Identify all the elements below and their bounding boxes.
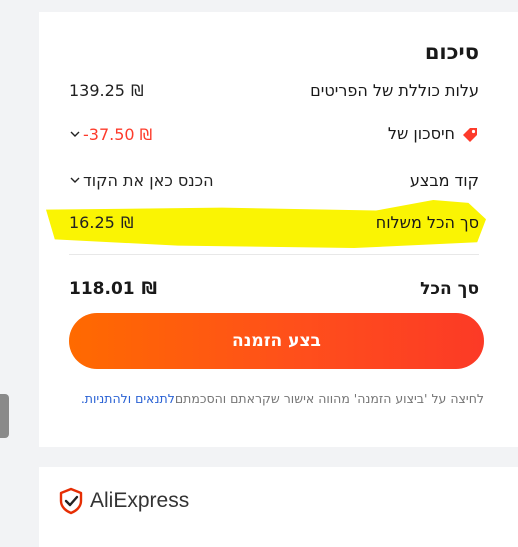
- currency-symbol: ₪: [130, 80, 144, 100]
- promo-input[interactable]: הכנס כאן את הקוד: [69, 171, 214, 190]
- currency-symbol: ₪: [141, 279, 157, 299]
- shipping-row: 16.25 ₪ סך הכל משלוח: [69, 210, 479, 234]
- summary-title: סיכום: [424, 40, 479, 64]
- place-order-button[interactable]: בצע הזמנה: [69, 313, 484, 369]
- promo-label: קוד מבצע: [409, 170, 479, 190]
- savings-label-text: חיסכון של: [387, 124, 455, 144]
- items-total-amount: 139.25: [69, 80, 125, 100]
- shipping-amount: 16.25: [69, 212, 115, 232]
- savings-value[interactable]: -37.50 ₪: [69, 125, 152, 144]
- divider: [69, 254, 479, 255]
- total-label: סך הכל: [420, 279, 479, 299]
- savings-amount: -37.50: [83, 124, 135, 144]
- items-total-label: עלות כוללת של הפריטים: [310, 80, 479, 100]
- promo-row[interactable]: הכנס כאן את הקוד קוד מבצע: [69, 168, 479, 192]
- shield-check-icon: [59, 487, 83, 515]
- total-row: 118.01 ₪ סך הכל: [69, 277, 479, 301]
- currency-symbol: ₪: [120, 212, 134, 232]
- brand-logo: AliExpress: [58, 487, 189, 515]
- promo-placeholder[interactable]: הכנס כאן את הקוד: [83, 171, 214, 190]
- total-amount: 118.01: [69, 279, 135, 299]
- chevron-down-icon[interactable]: [69, 128, 81, 140]
- shipping-label: סך הכל משלוח: [375, 212, 479, 232]
- total-value: 118.01 ₪: [69, 279, 157, 299]
- tag-icon: [463, 127, 477, 142]
- terms-text: לחיצה על 'ביצוע הזמנה' מהווה אישור שקראת…: [69, 389, 484, 409]
- savings-label: חיסכון של: [388, 124, 479, 144]
- savings-row[interactable]: -37.50 ₪ חיסכון של: [69, 122, 479, 146]
- terms-link[interactable]: לתנאים ולהתניות.: [81, 391, 175, 406]
- items-total-row: 139.25 ₪ עלות כוללת של הפריטים: [69, 78, 479, 102]
- brand-name: AliExpress: [90, 489, 190, 512]
- shipping-value: 16.25 ₪: [69, 213, 133, 232]
- terms-body: לחיצה על 'ביצוע הזמנה' מהווה אישור שקראת…: [174, 391, 484, 406]
- side-scroll-tab[interactable]: [0, 394, 9, 438]
- chevron-down-icon[interactable]: [69, 174, 81, 186]
- items-total-value: 139.25 ₪: [69, 81, 144, 100]
- currency-symbol: ₪: [139, 124, 153, 144]
